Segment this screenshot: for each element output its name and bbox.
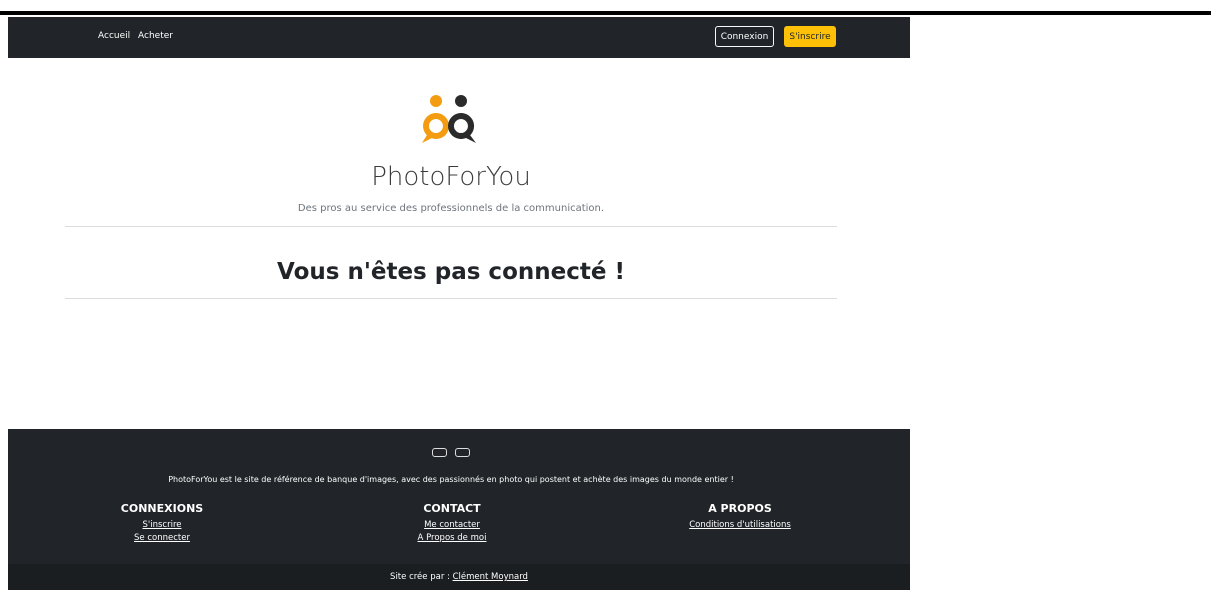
footer-link-login[interactable]: Se connecter bbox=[62, 532, 262, 545]
footer-credit: Site crée par : Clément Moynard bbox=[8, 564, 910, 590]
divider bbox=[65, 298, 837, 299]
page: Accueil Acheter Connexion S'inscrire Pho… bbox=[8, 17, 910, 590]
footer-link-contact[interactable]: Me contacter bbox=[352, 519, 552, 532]
divider bbox=[65, 226, 837, 227]
nav-link-accueil[interactable]: Accueil bbox=[98, 31, 130, 41]
footer-link-signup[interactable]: S'inscrire bbox=[62, 519, 262, 532]
footer-column-title: A PROPOS bbox=[708, 502, 772, 515]
social-icon[interactable] bbox=[432, 448, 447, 457]
footer-column-connexions: CONNEXIONS S'inscrire Se connecter bbox=[62, 502, 262, 545]
footer-column-contact: CONTACT Me contacter A Propos de moi bbox=[352, 502, 552, 545]
footer-link-about-me[interactable]: A Propos de moi bbox=[352, 532, 552, 545]
login-button[interactable]: Connexion bbox=[715, 26, 774, 47]
credit-prefix: Site crée par : bbox=[390, 572, 453, 582]
footer: PhotoForYou est le site de référence de … bbox=[8, 429, 910, 564]
social-icon[interactable] bbox=[455, 448, 470, 457]
footer-column-title: CONTACT bbox=[423, 502, 481, 515]
brand-title: PhotoForYou bbox=[371, 162, 531, 192]
photoforyou-logo-icon bbox=[422, 95, 476, 143]
footer-description: PhotoForYou est le site de référence de … bbox=[168, 475, 734, 484]
signup-button[interactable]: S'inscrire bbox=[784, 26, 836, 47]
author-link[interactable]: Clément Moynard bbox=[453, 572, 528, 582]
footer-column-apropos: A PROPOS Conditions d'utilisations bbox=[640, 502, 840, 532]
footer-link-terms[interactable]: Conditions d'utilisations bbox=[640, 519, 840, 532]
nav-link-acheter[interactable]: Acheter bbox=[138, 31, 173, 41]
navbar: Accueil Acheter Connexion S'inscrire bbox=[8, 17, 910, 58]
top-border bbox=[0, 11, 1211, 15]
brand-tagline: Des pros au service des professionnels d… bbox=[297, 203, 605, 214]
footer-column-title: CONNEXIONS bbox=[120, 502, 204, 515]
not-connected-heading: Vous n'êtes pas connecté ! bbox=[277, 259, 625, 285]
